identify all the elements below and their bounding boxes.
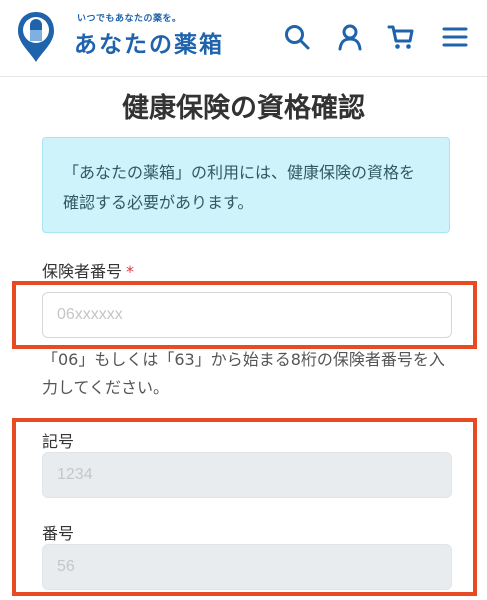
insurer-number-label-text: 保険者番号 xyxy=(42,262,123,281)
menu-icon[interactable] xyxy=(440,22,470,52)
tagline: いつでもあなたの薬を。 xyxy=(77,14,182,24)
logo-pin-icon[interactable] xyxy=(16,10,56,64)
insurer-number-help: 「06」もしくは「63」から始まる8桁の保険者番号を入力してください。 xyxy=(42,350,445,397)
insurer-number-label: 保険者番号 * xyxy=(42,258,134,282)
required-mark: * xyxy=(126,262,135,281)
search-icon[interactable] xyxy=(282,22,312,52)
highlight-box-symbol-number xyxy=(12,418,477,596)
brand-name[interactable]: あなたの薬箱 xyxy=(74,25,224,59)
highlight-box-insurer xyxy=(12,281,477,349)
user-icon[interactable] xyxy=(335,22,365,52)
cart-icon[interactable] xyxy=(386,22,416,52)
info-alert: 「あなたの薬箱」の利用には、健康保険の資格を確認する必要があります。 xyxy=(42,137,450,233)
site-header: いつでもあなたの薬を。 あなたの薬箱 xyxy=(0,0,487,77)
page-title: 健康保険の資格確認 xyxy=(122,93,365,124)
